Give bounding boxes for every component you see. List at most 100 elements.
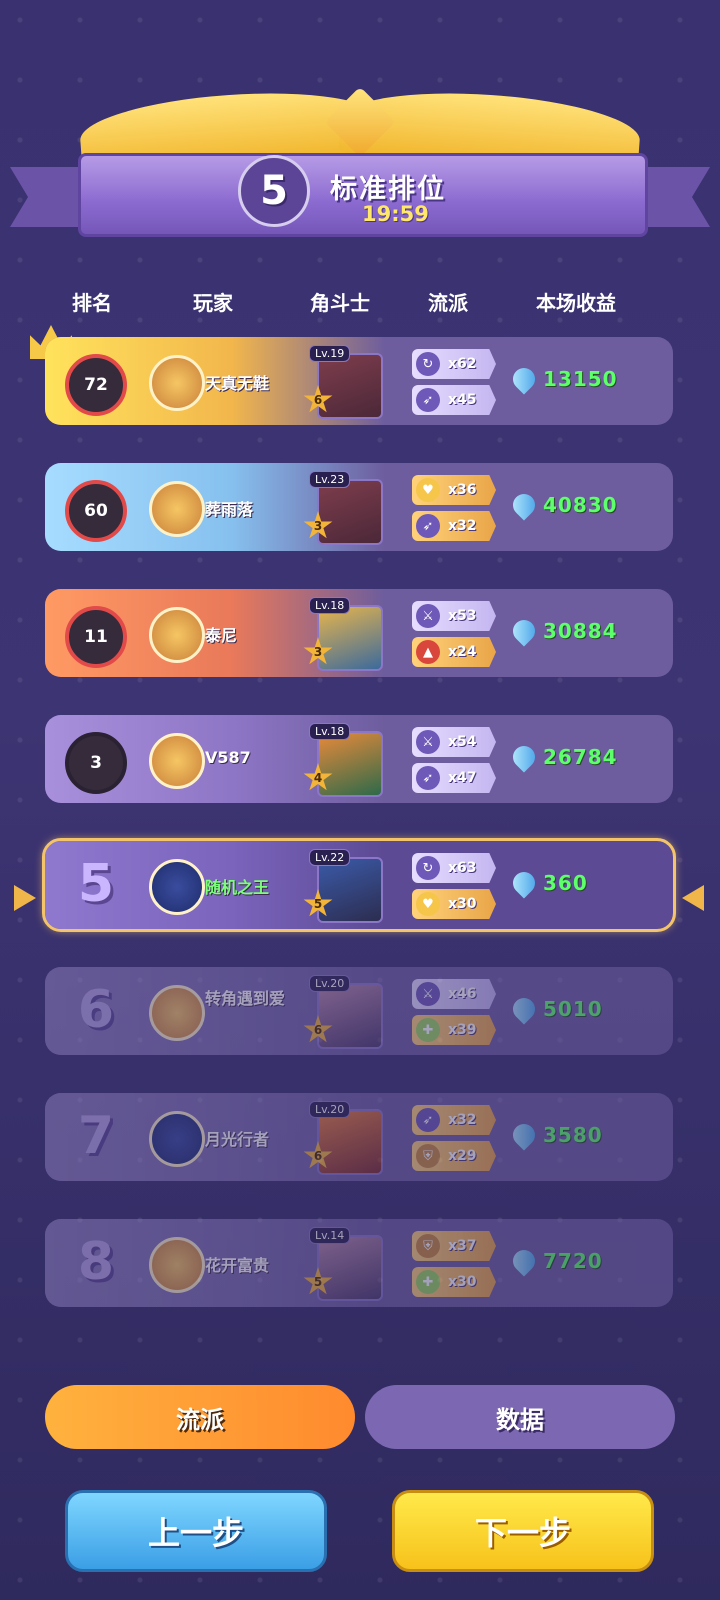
shield-icon: ⛨: [416, 1234, 440, 1258]
heart-icon: ♥: [416, 478, 440, 502]
previous-step-button[interactable]: 上一步: [65, 1490, 327, 1572]
health-ring: 3: [65, 732, 127, 794]
school-tag[interactable]: ↻ x62: [412, 349, 496, 379]
school-tag[interactable]: ➶ x32: [412, 511, 496, 541]
column-header-hero: 角斗士: [310, 291, 370, 315]
player-name: 泰尼: [205, 626, 238, 645]
school-tag[interactable]: ⚔ x46: [412, 979, 496, 1009]
tab-data[interactable]: 数据: [365, 1385, 675, 1449]
player-name: 随机之王: [205, 878, 270, 897]
school-tag[interactable]: ➶ x47: [412, 763, 496, 793]
player-row[interactable]: 6 转角遇到爱 Lv.20 6 ⚔ x46 ✚ x39 5010: [45, 967, 673, 1055]
mode-title: 标准排位: [330, 174, 446, 205]
crystal-icon: [508, 489, 540, 521]
hero-card[interactable]: Lv.18 4: [303, 723, 383, 797]
hero-level: Lv.20: [309, 1101, 351, 1118]
crystal-icon: [508, 1119, 540, 1151]
player-avatar[interactable]: [149, 355, 205, 411]
school-tag[interactable]: ➶ x32: [412, 1105, 496, 1135]
hero-level: Lv.18: [309, 597, 351, 614]
player-row[interactable]: 3 V587 Lv.18 4 ⚔ x54 ➶ x47 26784: [45, 715, 673, 803]
fire-icon: ▲: [416, 640, 440, 664]
player-avatar[interactable]: [149, 985, 205, 1041]
hero-portrait: [317, 731, 383, 797]
crystal-icon: [508, 993, 540, 1025]
player-name: 花开富贵: [205, 1256, 270, 1275]
school-tag[interactable]: ▲ x24: [412, 637, 496, 667]
player-name: 转角遇到爱: [205, 989, 286, 1008]
hero-level: Lv.19: [309, 345, 351, 362]
sword-icon: ⚔: [416, 730, 440, 754]
column-header-player: 玩家: [193, 291, 233, 315]
boot-icon: ➶: [416, 1108, 440, 1132]
hero-portrait: [317, 479, 383, 545]
health-ring: 72: [65, 354, 127, 416]
health-ring: 60: [65, 480, 127, 542]
hero-card[interactable]: Lv.19 6: [303, 345, 383, 419]
school-tag[interactable]: ⛨ x37: [412, 1231, 496, 1261]
sword-icon: ⚔: [416, 982, 440, 1006]
swirl-icon: ↻: [416, 856, 440, 880]
crystal-icon: [508, 867, 540, 899]
boot-icon: ➶: [416, 388, 440, 412]
rank-number: 6: [77, 980, 115, 1040]
hero-card[interactable]: Lv.18 3: [303, 597, 383, 671]
crystal-icon: [508, 1245, 540, 1277]
boot-icon: ➶: [416, 766, 440, 790]
player-avatar[interactable]: [149, 1111, 205, 1167]
next-step-button[interactable]: 下一步: [392, 1490, 654, 1572]
income: 13150: [508, 363, 618, 395]
rank-number: 5: [77, 854, 115, 914]
school-tag[interactable]: ⚔ x53: [412, 601, 496, 631]
crystal-icon: [508, 741, 540, 773]
hero-portrait: [317, 1235, 383, 1301]
income: 3580: [508, 1119, 603, 1151]
player-avatar[interactable]: [149, 859, 205, 915]
player-name: 天真无鞋: [205, 374, 270, 393]
school-tag[interactable]: ↻ x63: [412, 853, 496, 883]
school-tag[interactable]: ✚ x39: [412, 1015, 496, 1045]
hero-card[interactable]: Lv.23 3: [303, 471, 383, 545]
cross-icon: ✚: [416, 1270, 440, 1294]
hero-card[interactable]: Lv.22 5: [303, 849, 383, 923]
school-tag[interactable]: ✚ x30: [412, 1267, 496, 1297]
school-tag[interactable]: ♥ x36: [412, 475, 496, 505]
income: 5010: [508, 993, 603, 1025]
hero-level: Lv.18: [309, 723, 351, 740]
player-name: V587: [205, 748, 251, 767]
player-row[interactable]: 72 天真无鞋 Lv.19 6 ↻ x62 ➶ x45 13150: [45, 337, 673, 425]
player-avatar[interactable]: [149, 607, 205, 663]
player-row[interactable]: 8 花开富贵 Lv.14 5 ⛨ x37 ✚ x30 7720: [45, 1219, 673, 1307]
rank-number: 7: [77, 1106, 115, 1166]
school-tag[interactable]: ➶ x45: [412, 385, 496, 415]
school-tag[interactable]: ♥ x30: [412, 889, 496, 919]
hero-card[interactable]: Lv.20 6: [303, 975, 383, 1049]
tab-school[interactable]: 流派: [45, 1385, 355, 1449]
column-header-rank: 排名: [72, 291, 112, 315]
heart-icon: ♥: [416, 892, 440, 916]
hero-portrait: [317, 857, 383, 923]
player-avatar[interactable]: [149, 481, 205, 537]
hero-portrait: [317, 983, 383, 1049]
player-name: 葬雨落: [205, 500, 254, 519]
swirl-icon: ↻: [416, 352, 440, 376]
rank-emblem: 5: [238, 155, 310, 227]
player-avatar[interactable]: [149, 1237, 205, 1293]
hero-level: Lv.23: [309, 471, 351, 488]
player-row-self[interactable]: 5 随机之王 Lv.22 5 ↻ x63 ♥ x30 360: [42, 838, 676, 932]
player-row[interactable]: 11 泰尼 Lv.18 3 ⚔ x53 ▲ x24 30884: [45, 589, 673, 677]
column-header-income: 本场收益: [536, 291, 616, 315]
school-tag[interactable]: ⚔ x54: [412, 727, 496, 757]
school-tag[interactable]: ⛨ x29: [412, 1141, 496, 1171]
rank-number: 8: [77, 1232, 115, 1292]
hero-portrait: [317, 353, 383, 419]
income: 30884: [508, 615, 618, 647]
hero-card[interactable]: Lv.20 6: [303, 1101, 383, 1175]
round-timer: 19:59: [362, 202, 429, 226]
income: 40830: [508, 489, 618, 521]
player-row[interactable]: 60 葬雨落 Lv.23 3 ♥ x36 ➶ x32 40830: [45, 463, 673, 551]
health-ring: 11: [65, 606, 127, 668]
player-avatar[interactable]: [149, 733, 205, 789]
hero-card[interactable]: Lv.14 5: [303, 1227, 383, 1301]
player-row[interactable]: 7 月光行者 Lv.20 6 ➶ x32 ⛨ x29 3580: [45, 1093, 673, 1181]
